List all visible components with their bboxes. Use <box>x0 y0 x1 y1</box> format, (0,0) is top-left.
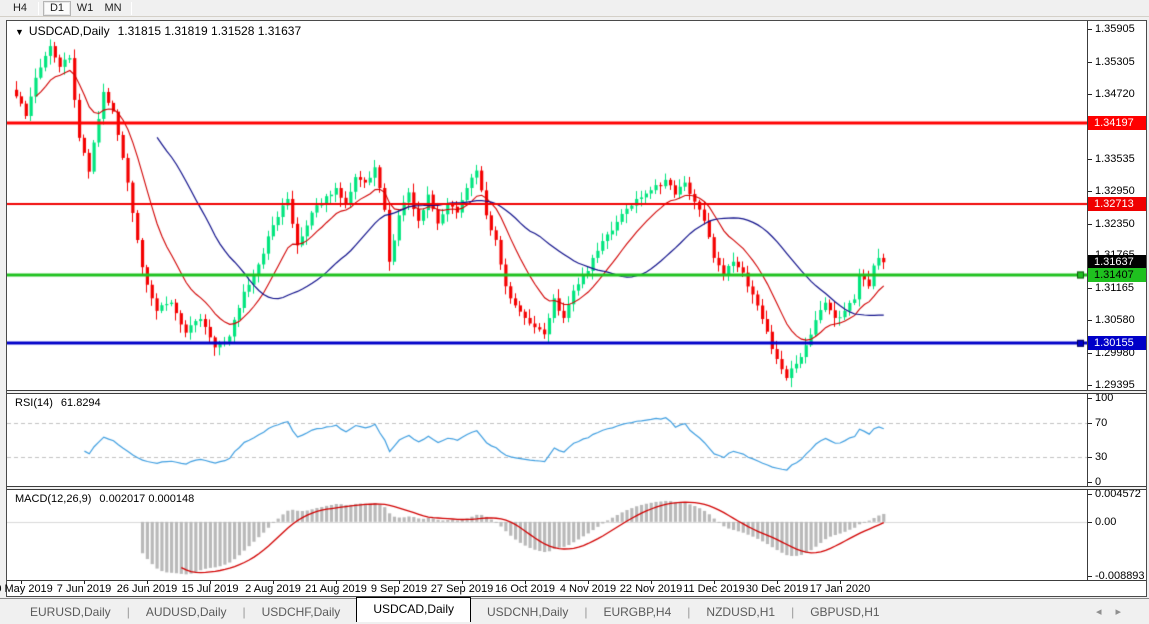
price-axis-tick <box>1088 159 1092 160</box>
level-price-badge: 1.30155 <box>1088 336 1146 350</box>
toolbar-separator <box>131 2 132 15</box>
chart-tab-usdcnh[interactable]: USDCNH,Daily <box>471 602 584 622</box>
timeframe-button-d1[interactable]: D1 <box>43 1 71 16</box>
chart-ohlc-values: 1.31815 1.31819 1.31528 1.31637 <box>118 24 302 38</box>
price-axis-label: 1.33535 <box>1095 153 1135 165</box>
level-price-badge: 1.34197 <box>1088 116 1146 130</box>
toolbar-separator <box>38 2 39 15</box>
price-axis-tick <box>1088 353 1092 354</box>
rsi-pane: RSI(14) 61.8294 100 70 30 0 <box>7 394 1146 486</box>
level-price-badge: 1.31407 <box>1088 268 1146 282</box>
rsi-canvas[interactable] <box>7 394 1087 486</box>
price-axis-tick <box>1088 94 1092 95</box>
time-axis-label: 20 May 2019 <box>0 583 53 595</box>
macd-axis-label: 0.004572 <box>1095 490 1141 500</box>
price-axis-label: 1.35905 <box>1095 23 1135 35</box>
rsi-axis-label: 30 <box>1095 451 1107 463</box>
chart-tab-eurgbp[interactable]: EURGBP,H4 <box>587 602 687 622</box>
time-axis-label: 15 Jul 2019 <box>182 583 239 595</box>
rsi-axis-tick <box>1088 423 1092 424</box>
rsi-axis-label: 70 <box>1095 417 1107 429</box>
time-axis: 20 May 20197 Jun 201926 Jun 201915 Jul 2… <box>7 581 1146 596</box>
chart-symbol-label: USDCAD,Daily <box>29 24 110 38</box>
timeframe-toolbar: H4 D1W1MN <box>0 0 1149 17</box>
price-axis-label: 1.32350 <box>1095 218 1135 230</box>
macd-values: 0.002017 0.000148 <box>99 493 194 505</box>
price-axis-tick <box>1088 62 1092 63</box>
chart-tab-nzdusd[interactable]: NZDUSD,H1 <box>690 602 791 622</box>
rsi-axis: 100 70 30 0 <box>1087 394 1146 486</box>
price-chart-pane: ▼ USDCAD,Daily 1.31815 1.31819 1.31528 1.3… <box>7 21 1146 390</box>
tab-scroll-left-icon[interactable]: ◂ <box>1096 606 1116 618</box>
price-axis-tick <box>1088 224 1092 225</box>
time-axis-label: 21 Aug 2019 <box>305 583 367 595</box>
price-axis-label: 1.30580 <box>1095 314 1135 326</box>
time-axis-label: 11 Dec 2019 <box>683 583 745 595</box>
rsi-axis-label: 0 <box>1095 476 1101 486</box>
price-axis-label: 1.32950 <box>1095 185 1135 197</box>
price-chart-canvas[interactable] <box>7 21 1087 390</box>
price-axis-label: 1.35305 <box>1095 56 1135 68</box>
chart-collapse-icon[interactable]: ▼ <box>15 27 24 37</box>
rsi-axis-tick <box>1088 398 1092 399</box>
macd-axis-tick <box>1088 576 1092 577</box>
rsi-value: 61.8294 <box>61 397 101 409</box>
current-price-badge: 1.31637 <box>1088 255 1146 269</box>
chart-tab-audusd[interactable]: AUDUSD,Daily <box>130 602 243 622</box>
price-axis-tick <box>1088 320 1092 321</box>
rsi-axis-label: 100 <box>1095 394 1113 404</box>
macd-axis: 0.004572 0.00 -0.008893 <box>1087 490 1146 580</box>
chart-tab-usdchf[interactable]: USDCHF,Daily <box>246 602 357 622</box>
time-axis-label: 9 Sep 2019 <box>371 583 427 595</box>
tab-scroll-right-icon[interactable]: ▸ <box>1115 606 1135 618</box>
time-axis-label: 22 Nov 2019 <box>620 583 682 595</box>
price-axis-label: 1.31165 <box>1095 282 1134 294</box>
macd-name: MACD(12,26,9) <box>15 493 91 505</box>
time-axis-label: 26 Jun 2019 <box>117 583 178 595</box>
time-axis-label: 4 Nov 2019 <box>560 583 616 595</box>
chart-tab-eurusd[interactable]: EURUSD,Daily <box>14 602 127 622</box>
price-axis-tick <box>1088 29 1092 30</box>
chart-title: ▼ USDCAD,Daily 1.31815 1.31819 1.31528 1.3… <box>15 24 301 38</box>
price-axis-tick <box>1088 385 1092 386</box>
price-axis-label: 1.29395 <box>1095 379 1135 390</box>
price-axis-tick <box>1088 288 1092 289</box>
macd-axis-tick <box>1088 494 1092 495</box>
macd-axis-label: 0.00 <box>1095 516 1116 528</box>
level-price-badge: 1.32713 <box>1088 197 1146 211</box>
time-axis-label: 16 Oct 2019 <box>495 583 555 595</box>
rsi-axis-tick <box>1088 457 1092 458</box>
time-axis-label: 30 Dec 2019 <box>746 583 808 595</box>
macd-axis-label: -0.008893 <box>1095 570 1145 580</box>
timeframe-button-h4[interactable]: H4 <box>6 1 34 16</box>
chart-tab-gbpusd[interactable]: GBPUSD,H1 <box>794 602 895 622</box>
timeframe-button-w1[interactable]: W1 <box>71 1 99 16</box>
tab-scroll-arrows[interactable]: ◂▸ <box>1096 605 1135 618</box>
macd-label: MACD(12,26,9) 0.002017 0.000148 <box>15 493 194 505</box>
macd-axis-tick <box>1088 522 1092 523</box>
price-axis-tick <box>1088 191 1092 192</box>
macd-pane: MACD(12,26,9)0.002017 0.000148 0.0045720… <box>7 490 1146 580</box>
chart-tab-bar: EURUSD,Daily|AUDUSD,Daily|USDCHF,DailyUS… <box>0 598 1149 624</box>
time-axis-label: 7 Jun 2019 <box>57 583 111 595</box>
timeframe-button-mn[interactable]: MN <box>99 1 127 16</box>
rsi-axis-tick <box>1088 482 1092 483</box>
time-axis-label: 2 Aug 2019 <box>245 583 301 595</box>
chart-window: ▼ USDCAD,Daily 1.31815 1.31819 1.31528 1.3… <box>6 20 1147 597</box>
time-axis-label: 17 Jan 2020 <box>810 583 871 595</box>
time-axis-label: 27 Sep 2019 <box>431 583 493 595</box>
price-axis-label: 1.34720 <box>1095 88 1135 100</box>
rsi-name: RSI(14) <box>15 397 53 409</box>
rsi-label: RSI(14) 61.8294 <box>15 397 101 409</box>
chart-tab-usdcad[interactable]: USDCAD,Daily <box>356 597 471 622</box>
